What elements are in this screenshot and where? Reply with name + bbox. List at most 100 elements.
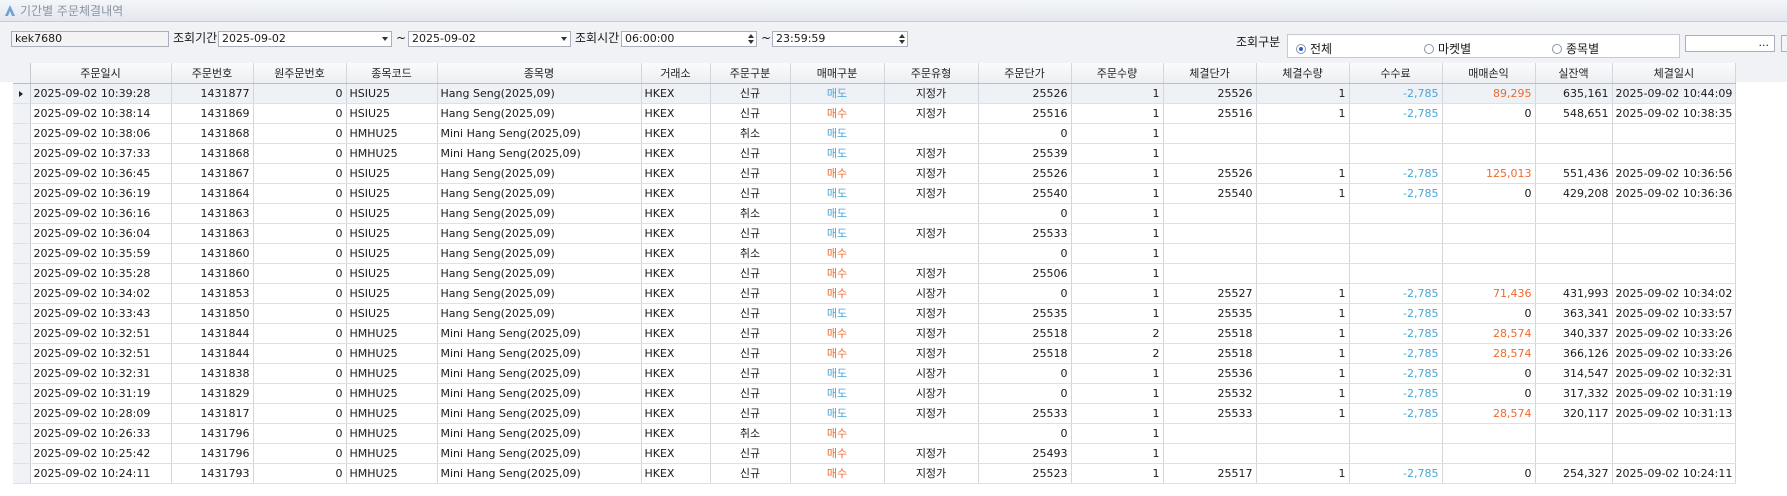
table-cell: 1 <box>1256 83 1350 104</box>
table-row[interactable]: 2025-09-02 10:36:45 1431867 0 HSIU25 Hang Se… <box>13 163 1737 184</box>
table-cell: 25535 <box>1163 303 1257 324</box>
table-cell: 지정가 <box>884 463 979 484</box>
chevron-down-icon[interactable] <box>382 37 388 41</box>
radio-icon[interactable] <box>1552 43 1562 54</box>
scope-radio-all[interactable]: 전체 <box>1296 40 1332 57</box>
row-header-cell[interactable] <box>13 163 31 184</box>
row-header-cell[interactable] <box>13 103 31 124</box>
table-cell: HSIU25 <box>346 163 438 184</box>
table-row[interactable]: 2025-09-02 10:33:43 1431850 0 HSIU25 Hang Se… <box>13 303 1737 324</box>
row-header-cell[interactable] <box>13 183 31 204</box>
column-header[interactable]: 주문유형 <box>884 63 979 84</box>
table-cell: 0 <box>253 183 347 204</box>
time-label: 조회시간 <box>575 31 620 45</box>
column-header[interactable]: 체결수량 <box>1256 63 1350 84</box>
column-header[interactable]: 종목코드 <box>346 63 438 84</box>
column-header[interactable]: 체결일시 <box>1612 63 1737 84</box>
column-header[interactable]: 거래소 <box>641 63 711 84</box>
spinner-arrows-icon[interactable] <box>747 33 754 45</box>
table-row[interactable]: 2025-09-02 10:25:42 1431796 0 HMHU25 Mini Ha… <box>13 443 1737 464</box>
row-header-cell[interactable] <box>13 303 31 324</box>
table-row[interactable]: 2025-09-02 10:36:04 1431863 0 HSIU25 Hang Se… <box>13 223 1737 244</box>
table-row[interactable]: 2025-09-02 10:31:19 1431829 0 HMHU25 Mini Ha… <box>13 383 1737 404</box>
column-header[interactable]: 종목명 <box>437 63 642 84</box>
table-row[interactable]: 2025-09-02 10:32:51 1431844 0 HMHU25 Mini Ha… <box>13 323 1737 344</box>
table-cell: 25523 <box>978 463 1072 484</box>
row-header-cell[interactable] <box>13 263 31 284</box>
table-cell: 시장가 <box>884 363 979 384</box>
column-header[interactable]: 주문수량 <box>1071 63 1164 84</box>
table-cell: 1431864 <box>171 183 254 204</box>
row-header-cell[interactable] <box>13 283 31 304</box>
table-cell: HMHU25 <box>346 363 438 384</box>
table-cell: 25518 <box>978 323 1072 344</box>
row-header-cell[interactable] <box>13 223 31 244</box>
table-row[interactable]: 2025-09-02 10:39:28 1431877 0 HSIU25 Hang Se… <box>13 83 1737 104</box>
table-cell: Hang Seng(2025,09) <box>437 263 642 284</box>
account-field[interactable]: kek7680 <box>11 31 169 47</box>
column-header[interactable]: 주문일시 <box>30 63 172 84</box>
table-row[interactable]: 2025-09-02 10:36:16 1431863 0 HSIU25 Hang Se… <box>13 203 1737 224</box>
row-header-cell[interactable] <box>13 243 31 264</box>
date-from-picker[interactable]: 2025-09-02 <box>218 31 392 47</box>
date-to-picker[interactable]: 2025-09-02 <box>408 31 571 47</box>
row-header-cell[interactable] <box>13 83 31 104</box>
column-header[interactable]: 주문단가 <box>978 63 1072 84</box>
clipped-button[interactable] <box>1781 35 1787 52</box>
time-to-spinner[interactable]: 23:59:59 <box>772 31 908 47</box>
radio-icon[interactable] <box>1424 43 1434 54</box>
table-row[interactable]: 2025-09-02 10:26:33 1431796 0 HMHU25 Mini Ha… <box>13 423 1737 444</box>
more-options-button[interactable]: ... <box>1685 35 1775 52</box>
scope-radio-symbol[interactable]: 종목별 <box>1552 40 1599 57</box>
row-header-cell[interactable] <box>13 203 31 224</box>
row-header-cell[interactable] <box>13 423 31 444</box>
scope-radio-label: 마켓별 <box>1438 42 1472 56</box>
row-header-cell[interactable] <box>13 323 31 344</box>
column-header[interactable]: 원주문번호 <box>253 63 347 84</box>
table-cell: 2025-09-02 10:33:26 <box>1612 343 1737 364</box>
scope-radio-market[interactable]: 마켓별 <box>1424 40 1471 57</box>
table-cell: 취소 <box>710 423 791 444</box>
row-header-cell[interactable] <box>13 463 31 484</box>
table-row[interactable]: 2025-09-02 10:32:51 1431844 0 HMHU25 Mini Ha… <box>13 343 1737 364</box>
column-header[interactable]: 매매구분 <box>790 63 885 84</box>
row-header-cell[interactable] <box>13 143 31 164</box>
spinner-arrows-icon[interactable] <box>898 33 905 45</box>
row-header-cell[interactable] <box>13 363 31 384</box>
chevron-down-icon[interactable] <box>561 37 567 41</box>
column-header[interactable]: 실잔액 <box>1535 63 1613 84</box>
table-row[interactable]: 2025-09-02 10:37:33 1431868 0 HMHU25 Mini Ha… <box>13 143 1737 164</box>
column-header[interactable]: 매매손익 <box>1442 63 1536 84</box>
column-header[interactable]: 주문번호 <box>171 63 254 84</box>
row-header-cell[interactable] <box>13 343 31 364</box>
column-header[interactable]: 체결단가 <box>1163 63 1257 84</box>
table-cell: 0 <box>253 123 347 144</box>
table-row[interactable]: 2025-09-02 10:38:06 1431868 0 HMHU25 Mini Ha… <box>13 123 1737 144</box>
column-header[interactable]: 수수료 <box>1349 63 1443 84</box>
table-cell: Mini Hang Seng(2025,09) <box>437 363 642 384</box>
table-row[interactable]: 2025-09-02 10:28:09 1431817 0 HMHU25 Mini Ha… <box>13 403 1737 424</box>
table-cell <box>1612 203 1737 224</box>
table-row[interactable]: 2025-09-02 10:35:59 1431860 0 HSIU25 Hang Se… <box>13 243 1737 264</box>
table-cell: 1 <box>1071 243 1164 264</box>
table-row[interactable]: 2025-09-02 10:38:14 1431869 0 HSIU25 Hang Se… <box>13 103 1737 124</box>
table-row[interactable]: 2025-09-02 10:36:19 1431864 0 HSIU25 Hang Se… <box>13 183 1737 204</box>
table-cell: 신규 <box>710 443 791 464</box>
radio-selected-icon[interactable] <box>1296 43 1306 54</box>
window-title: 기간별 주문체결내역 <box>20 4 124 18</box>
table-row[interactable]: 2025-09-02 10:34:02 1431853 0 HSIU25 Hang Se… <box>13 283 1737 304</box>
table-cell: HKEX <box>641 363 711 384</box>
row-header-cell[interactable] <box>13 383 31 404</box>
row-header-cell[interactable] <box>13 123 31 144</box>
table-row[interactable]: 2025-09-02 10:35:28 1431860 0 HSIU25 Hang Se… <box>13 263 1737 284</box>
table-cell: 0 <box>253 343 347 364</box>
table-cell: 25532 <box>1163 383 1257 404</box>
time-from-spinner[interactable]: 06:00:00 <box>621 31 757 47</box>
row-header-cell[interactable] <box>13 403 31 424</box>
table-row[interactable]: 2025-09-02 10:24:11 1431793 0 HMHU25 Mini Ha… <box>13 463 1737 484</box>
table-cell: 1431850 <box>171 303 254 324</box>
row-header-cell[interactable] <box>13 443 31 464</box>
table-cell: 0 <box>253 423 347 444</box>
column-header[interactable]: 주문구분 <box>710 63 791 84</box>
table-row[interactable]: 2025-09-02 10:32:31 1431838 0 HMHU25 Mini Ha… <box>13 363 1737 384</box>
